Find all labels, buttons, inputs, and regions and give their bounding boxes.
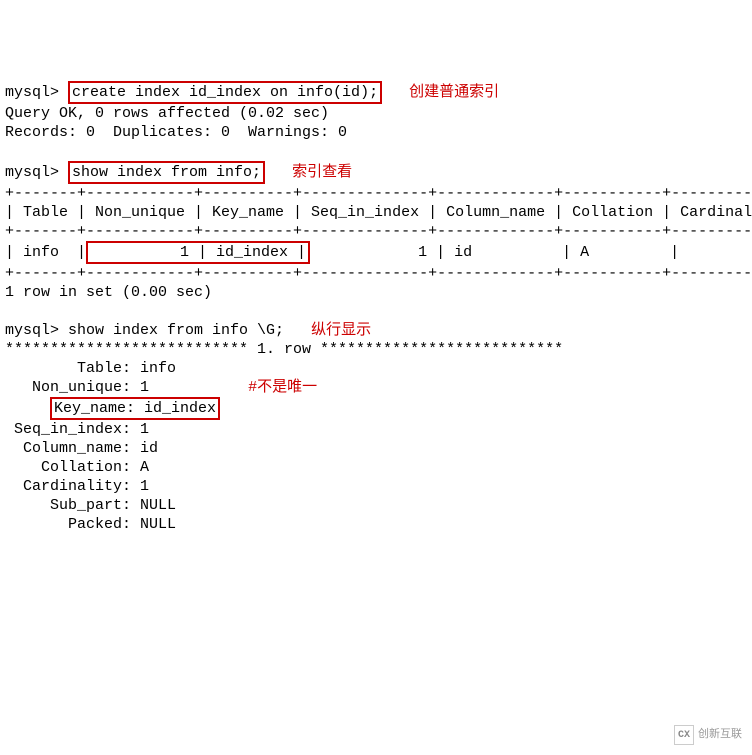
table-sep-top: +-------+------------+----------+-------… (5, 185, 752, 202)
field-column: Column_name: id (5, 440, 158, 457)
logo-icon: CX (674, 725, 694, 745)
note-show-index: 索引查看 (292, 164, 352, 181)
cmd-show-index: show index from info; (68, 161, 265, 184)
prompt-1: mysql> create index id_index on info(id)… (5, 84, 499, 101)
rows-in-set: 1 row in set (0.00 sec) (5, 284, 212, 301)
note-vertical: 纵行显示 (311, 322, 371, 339)
field-nonunique: Non_unique: 1 #不是唯一 (5, 379, 317, 396)
output-records: Records: 0 Duplicates: 0 Warnings: 0 (5, 124, 347, 141)
cmd-show-index-g: mysql> show index from info \G; 纵行显示 (5, 322, 371, 339)
output-query-ok: Query OK, 0 rows affected (0.02 sec) (5, 105, 329, 122)
field-cardinality: Cardinality: 1 (5, 478, 149, 495)
field-keyname-line: Key_name: id_index (5, 400, 220, 417)
table-sep-bot: +-------+------------+----------+-------… (5, 265, 752, 282)
highlight-keyname: Key_name: id_index (50, 397, 220, 420)
field-collation: Collation: A (5, 459, 149, 476)
logo-text: 创新互联 (698, 726, 742, 745)
prompt-2: mysql> show index from info; 索引查看 (5, 164, 352, 181)
note-create-index: 创建普通索引 (409, 84, 499, 101)
table-sep-mid: +-------+------------+----------+-------… (5, 223, 752, 240)
table-row: | info | 1 | id_index | 1 | id | A | 1 |… (5, 244, 752, 261)
note-not-unique: #不是唯一 (248, 379, 317, 396)
field-seq: Seq_in_index: 1 (5, 421, 149, 438)
field-table: Table: info (5, 360, 176, 377)
row-separator-stars: *************************** 1. row *****… (5, 341, 563, 358)
field-subpart: Sub_part: NULL (5, 497, 176, 514)
field-packed: Packed: NULL (5, 516, 176, 533)
table-header: | Table | Non_unique | Key_name | Seq_in… (5, 204, 752, 221)
cmd-create-index: create index id_index on info(id); (68, 81, 382, 104)
watermark-logo: CX 创新互联 (674, 725, 742, 745)
highlight-id-index: 1 | id_index | (86, 241, 310, 264)
